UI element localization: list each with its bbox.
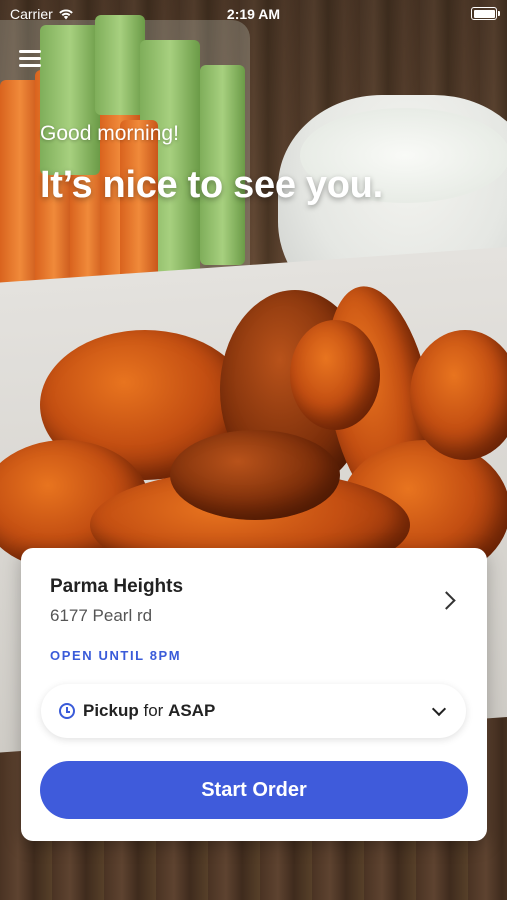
order-mode-label: Pickup for ASAP (83, 701, 215, 721)
status-time: 2:19 AM (226, 6, 281, 22)
order-mode-dropdown[interactable]: Pickup for ASAP (41, 684, 466, 738)
menu-icon[interactable] (19, 48, 41, 68)
location-name: Parma Heights (50, 576, 184, 597)
hours-status: OPEN UNTIL 8PM (50, 648, 182, 663)
order-mode-connector: for (143, 701, 164, 720)
start-order-button[interactable]: Start Order (40, 761, 468, 819)
greeting-text: Good morning! (40, 122, 179, 145)
location-address: 6177 Pearl rd (50, 606, 153, 625)
order-mode-time: ASAP (168, 701, 216, 720)
status-bar: Carrier 2:19 AM (0, 0, 507, 28)
clock-icon (59, 703, 75, 719)
location-selector[interactable]: Parma Heights 6177 Pearl rd (21, 548, 487, 628)
chevron-down-icon (431, 701, 447, 717)
battery-icon (471, 7, 500, 20)
order-mode-type: Pickup (83, 701, 139, 720)
order-card: Parma Heights 6177 Pearl rd OPEN UNTIL 8… (21, 548, 487, 841)
chevron-right-icon (437, 591, 456, 610)
headline-text: It’s nice to see you. (40, 164, 383, 206)
